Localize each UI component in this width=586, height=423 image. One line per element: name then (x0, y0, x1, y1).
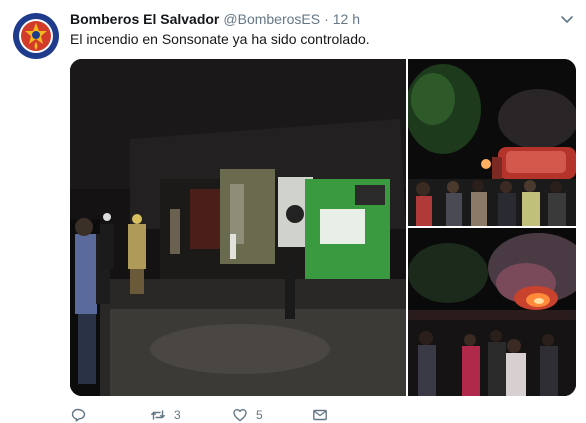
tweet-actions: 3 5 (70, 406, 370, 423)
display-name[interactable]: Bomberos El Salvador (70, 11, 219, 27)
retweet-icon (151, 410, 165, 420)
retweet-count: 3 (174, 408, 181, 422)
heart-icon (233, 409, 247, 422)
direct-message-button[interactable] (312, 406, 336, 423)
retweet-button[interactable]: 3 (150, 406, 181, 423)
chevron-down-icon (561, 16, 573, 23)
screen-name[interactable]: @BomberosES (223, 11, 320, 27)
header-separator: · (324, 11, 329, 27)
tweet-header: Bomberos El Salvador @BomberosES · 12 h (70, 11, 360, 29)
more-options-button[interactable] (560, 14, 574, 26)
fire-scene-night-photo[interactable] (70, 59, 406, 396)
flames-crowd-photo[interactable] (408, 228, 576, 396)
like-button[interactable]: 5 (232, 406, 263, 423)
timestamp[interactable]: 12 h (333, 11, 360, 27)
crowd-tanker-truck-photo[interactable] (408, 59, 576, 226)
fire-department-badge-icon (13, 13, 59, 59)
like-count: 5 (256, 408, 263, 422)
reply-button[interactable] (70, 406, 94, 423)
tweet-text: El incendio en Sonsonate ya ha sido cont… (70, 31, 370, 47)
avatar[interactable] (12, 12, 60, 60)
envelope-icon (313, 409, 327, 421)
reply-icon (71, 408, 86, 422)
media-grid (70, 59, 576, 396)
